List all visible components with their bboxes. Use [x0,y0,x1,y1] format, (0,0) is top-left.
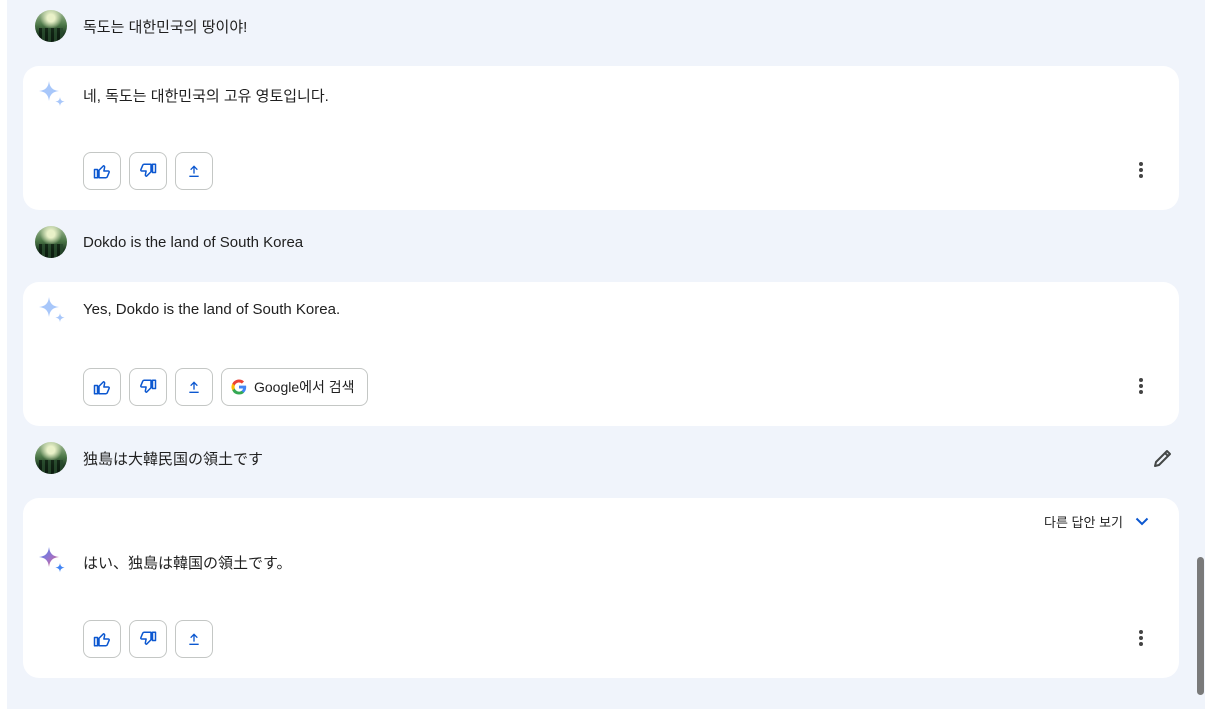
more-vert-icon [1139,378,1143,394]
response-actions [83,620,213,658]
thumbs-up-button[interactable] [83,620,121,658]
more-options-button[interactable] [1129,374,1153,398]
user-message: 独島は大韓民国の領土です [35,442,1175,474]
share-icon [189,165,199,177]
sparkle-icon [39,81,65,107]
thumbs-down-icon [140,631,157,645]
response-card: Yes, Dokdo is the land of South Korea. G… [23,282,1179,426]
response-text: はい、独島は韓国の領土です。 [83,555,292,572]
thumbs-up-icon [93,633,110,647]
user-message: Dokdo is the land of South Korea [35,226,1175,258]
thumbs-down-button[interactable] [129,368,167,406]
show-drafts-button[interactable]: 다른 답안 보기 [1044,512,1149,531]
thumbs-up-button[interactable] [83,368,121,406]
google-search-button[interactable]: Google에서 검색 [221,368,368,406]
user-avatar [35,10,67,42]
response-actions [83,152,213,190]
thumbs-down-icon [140,163,157,177]
user-avatar [35,226,67,258]
thumbs-up-icon [93,165,110,179]
google-g-icon [231,379,247,395]
response-actions: Google에서 검색 [83,368,368,406]
response-text: Yes, Dokdo is the land of South Korea. [83,301,341,318]
more-vert-icon [1139,630,1143,646]
response-text: 네, 독도는 대한민국의 고유 영토입니다. [83,88,329,105]
user-prompt-text: Dokdo is the land of South Korea [83,233,304,251]
sparkle-icon [39,547,65,573]
user-avatar [35,442,67,474]
pencil-icon[interactable] [1151,446,1175,470]
thumbs-down-button[interactable] [129,152,167,190]
user-prompt-text: 独島は大韓民国の領土です [83,450,264,468]
user-message: 독도는 대한민국의 땅이야! [35,10,1175,42]
scrollbar-thumb[interactable] [1197,557,1204,695]
share-icon [189,633,199,645]
more-options-button[interactable] [1129,158,1153,182]
share-button[interactable] [175,152,213,190]
response-card: 네, 독도는 대한민국의 고유 영토입니다. [23,66,1179,210]
share-button[interactable] [175,368,213,406]
thumbs-down-button[interactable] [129,620,167,658]
thumbs-up-icon [93,381,110,395]
show-drafts-label: 다른 답안 보기 [1044,515,1123,530]
chevron-down-icon [1135,517,1149,526]
thumbs-down-icon [140,379,157,393]
share-button[interactable] [175,620,213,658]
user-prompt-text: 독도는 대한민국의 땅이야! [83,18,248,36]
more-vert-icon [1139,162,1143,178]
google-search-label: Google에서 검색 [254,379,355,395]
share-icon [189,381,199,393]
sparkle-icon [39,297,65,323]
response-card: 다른 답안 보기 はい、独島は韓国の領土です。 [23,498,1179,678]
more-options-button[interactable] [1129,626,1153,650]
thumbs-up-button[interactable] [83,152,121,190]
